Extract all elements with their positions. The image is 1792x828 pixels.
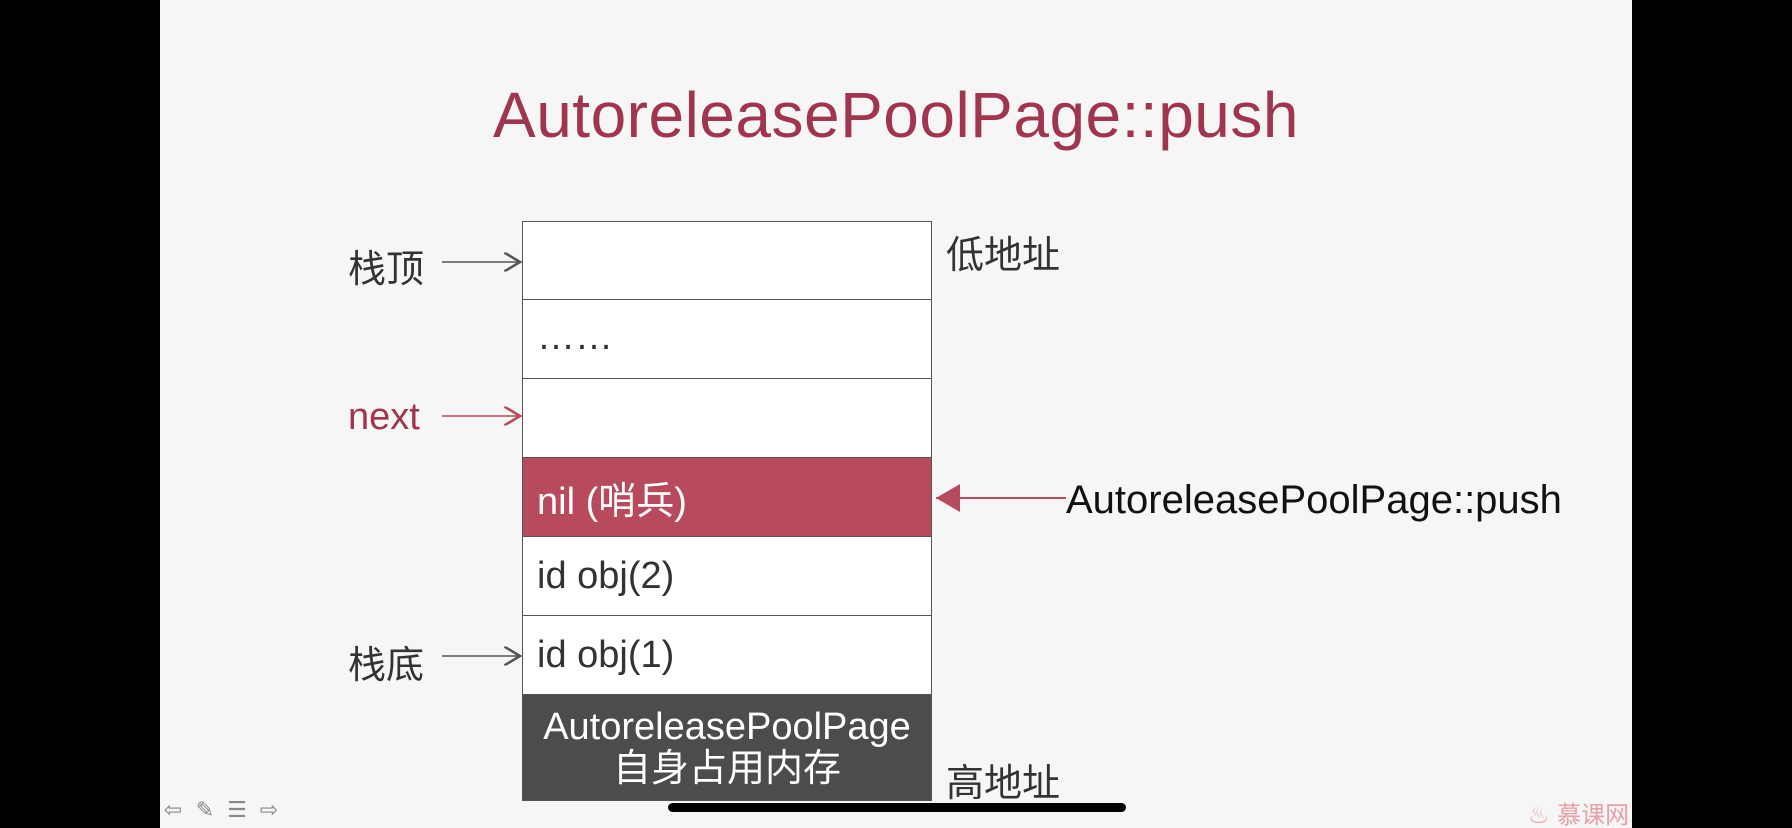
stack: …… nil (哨兵) id obj(2) id obj(1) Autorele…: [522, 221, 932, 801]
label-high-address: 高地址: [946, 761, 1061, 805]
pen-icon[interactable]: ✎: [192, 798, 218, 822]
stack-cell-top: [522, 221, 932, 300]
page-self-line2: 自身占用内存: [612, 747, 841, 790]
label-next: next: [348, 396, 420, 438]
stack-cell-obj1: id obj(1): [522, 616, 932, 695]
slide: AutoreleasePoolPage::push …… nil (哨兵) id…: [160, 0, 1632, 828]
watermark-text: 慕课网: [1557, 801, 1630, 828]
label-low-address: 低地址: [946, 233, 1061, 277]
push-pointer-label: AutoreleasePoolPage::push: [1066, 478, 1562, 522]
arrow-right-icon[interactable]: ⇨: [256, 798, 282, 822]
stack-cell-next: [522, 379, 932, 458]
stack-cell-sentinel: nil (哨兵): [522, 458, 932, 537]
stack-cell-obj2: id obj(2): [522, 537, 932, 616]
stack-cell-ellipsis: ……: [522, 300, 932, 379]
label-stack-top: 栈顶: [348, 247, 425, 291]
label-stack-bottom: 栈底: [348, 643, 425, 687]
arrow-left-icon[interactable]: ⇦: [160, 798, 186, 822]
flame-icon: ♨: [1528, 801, 1550, 828]
page-self-line1: AutoreleasePoolPage: [543, 705, 911, 748]
home-indicator[interactable]: [668, 803, 1126, 812]
slide-toolbar: ⇦ ✎ ☰ ⇨: [160, 798, 282, 822]
page-self-block: AutoreleasePoolPage 自身占用内存: [522, 695, 932, 801]
watermark: ♨ 慕课网: [1528, 795, 1629, 828]
menu-icon[interactable]: ☰: [224, 798, 250, 822]
